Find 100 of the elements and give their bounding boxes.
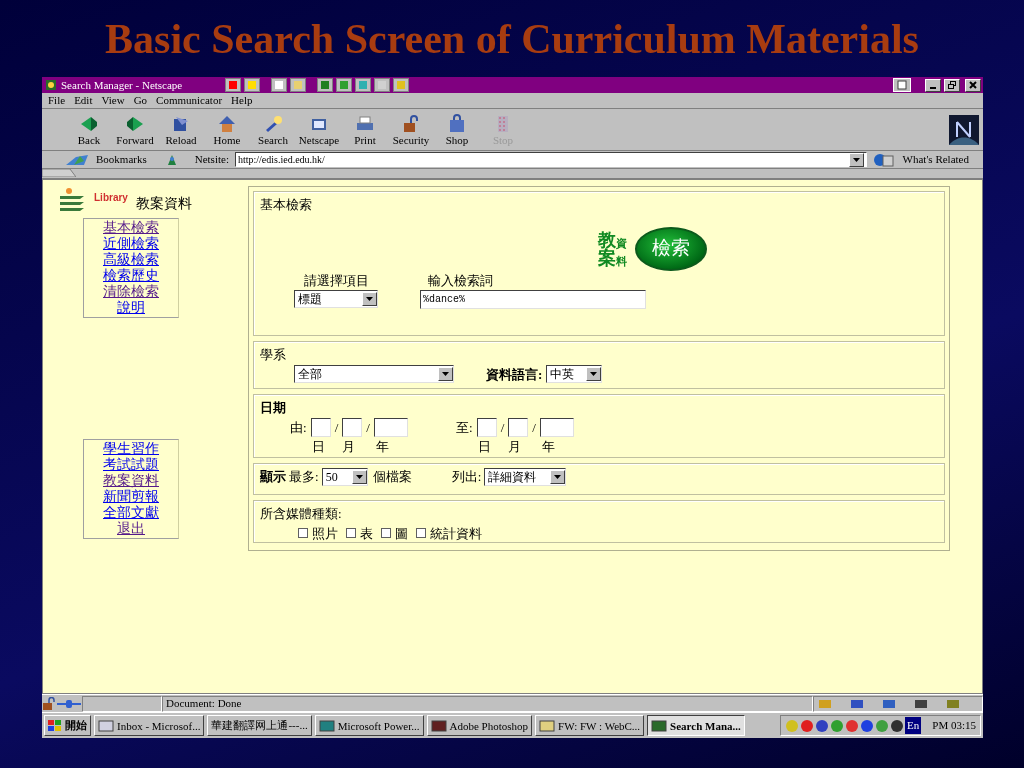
field-label: 輸入檢索詞 <box>427 271 494 290</box>
toolbar-button[interactable]: Print <box>342 113 388 146</box>
close-icon <box>969 81 977 89</box>
nav-link[interactable]: 清除檢索 <box>103 284 159 300</box>
toolbar-button[interactable]: Netscape <box>296 113 342 146</box>
menu-item[interactable]: View <box>101 92 125 109</box>
dropdown[interactable]: 中英 <box>546 365 603 384</box>
shortcut-icon[interactable] <box>355 78 372 92</box>
nav-link[interactable]: 高級檢索 <box>103 252 159 268</box>
taskbar-button[interactable]: Adobe Photoshop <box>426 715 533 736</box>
tray-icon[interactable] <box>815 718 830 733</box>
language-indicator[interactable]: En <box>905 717 922 734</box>
nav-link[interactable]: 基本檢索 <box>103 220 159 236</box>
dropdown[interactable]: 50 <box>321 467 368 486</box>
field-label: 請選擇項目 <box>303 271 369 290</box>
search-field[interactable]: %dance% <box>420 290 646 309</box>
shortcut-icon[interactable] <box>393 78 410 92</box>
related-button[interactable]: What's Related <box>902 151 969 168</box>
caret-icon <box>355 474 363 479</box>
caret-icon <box>442 372 449 377</box>
toolbar-button[interactable]: Shop <box>434 113 480 146</box>
date-field[interactable] <box>508 417 529 437</box>
dropdown[interactable]: 詳細資料 <box>484 467 567 486</box>
toolbar-button[interactable]: Forward <box>112 113 158 146</box>
nav-link[interactable]: 退出 <box>117 521 145 537</box>
url-field[interactable]: http://edis.ied.edu.hk/ <box>234 152 867 167</box>
caret-icon <box>590 372 598 377</box>
minimize-button[interactable] <box>925 78 941 92</box>
date-field[interactable] <box>539 417 574 437</box>
tray-icon[interactable] <box>860 718 875 733</box>
app-icon[interactable] <box>225 78 242 92</box>
toolbar-button[interactable]: Search <box>250 113 296 146</box>
search-button[interactable]: 檢索 <box>635 226 707 271</box>
menu-item[interactable]: Go <box>133 92 148 109</box>
checkbox[interactable] <box>346 528 356 539</box>
field-label: 列出: <box>451 468 482 486</box>
taskbar-button[interactable]: Search Mana... <box>647 715 745 736</box>
date-field[interactable] <box>310 417 331 437</box>
date-field[interactable] <box>476 417 497 437</box>
shortcut-icon[interactable] <box>271 78 288 92</box>
globe-icon[interactable] <box>872 152 897 167</box>
shortcut-icon[interactable] <box>336 78 353 92</box>
bookmarks-button[interactable]: Bookmarks <box>96 151 147 168</box>
checkbox[interactable] <box>298 528 308 539</box>
nav-link[interactable]: 檢索歷史 <box>103 268 159 284</box>
nav-link[interactable]: 考試試題 <box>103 457 159 473</box>
taskbar-button[interactable]: Inbox - Microsof... <box>94 715 205 736</box>
checkbox[interactable] <box>416 528 426 539</box>
taskbar-button[interactable]: FW: FW : WebC... <box>535 715 645 736</box>
toolbar-button[interactable]: Security <box>388 113 434 146</box>
shortcut-icon[interactable] <box>317 78 334 92</box>
nav-link[interactable]: 教案資料 <box>103 473 159 489</box>
taskbar-button[interactable]: 華建翻譯网上通---... <box>207 715 312 736</box>
nav-link[interactable]: 全部文獻 <box>103 505 159 521</box>
tray-icon[interactable] <box>890 718 905 733</box>
date-separator: / <box>366 418 370 437</box>
menu-item[interactable]: File <box>48 92 66 109</box>
library-label: Library <box>94 192 128 203</box>
date-field[interactable] <box>373 417 408 437</box>
date-separator: / <box>334 418 339 437</box>
dropdown-button[interactable] <box>848 152 864 167</box>
checkbox-label: 表 <box>360 524 373 543</box>
menu-item[interactable]: Help <box>231 92 253 109</box>
taskbar-button[interactable]: Microsoft Power... <box>314 715 424 736</box>
start-button[interactable]: 開始 <box>44 715 91 736</box>
date-unit-label: 日 <box>478 438 492 456</box>
toolbar-button[interactable]: Back <box>66 113 112 146</box>
toolbar-button[interactable]: Reload <box>158 113 204 146</box>
app-icon[interactable] <box>244 78 261 92</box>
menu-item[interactable]: Communicator <box>156 92 223 109</box>
close-button[interactable] <box>965 78 981 92</box>
shortcut-icon[interactable] <box>374 78 391 92</box>
nav-link[interactable]: 說明 <box>117 300 145 316</box>
date-unit-label: 月 <box>342 438 356 456</box>
logo-character: 資 <box>616 237 627 249</box>
nav-link[interactable]: 近側檢索 <box>103 236 159 252</box>
date-separator: / <box>532 418 536 437</box>
padlock-icon[interactable] <box>42 696 56 711</box>
maximize-button[interactable] <box>944 78 960 92</box>
field-label: 至: <box>456 418 473 437</box>
menu-item[interactable]: Edit <box>74 92 93 109</box>
section-heading: 日期 <box>260 399 287 417</box>
dropdown[interactable]: 標題 <box>294 290 378 308</box>
dropdown[interactable]: 全部 <box>294 365 454 384</box>
date-field[interactable] <box>342 417 363 437</box>
date-unit-label: 日 <box>312 438 326 456</box>
field-label: 資料語言: <box>486 365 543 384</box>
slide-title: Basic Search Screen of Curriculum Materials <box>104 15 920 64</box>
shortcut-icon[interactable] <box>290 78 307 92</box>
shopping-bag-icon <box>447 113 467 134</box>
netscape-logo[interactable] <box>949 114 979 145</box>
date-unit-label: 月 <box>508 438 522 456</box>
checkbox[interactable] <box>381 528 391 539</box>
nav-link[interactable]: 學生習作 <box>103 441 159 457</box>
field-label: 由: <box>290 418 307 437</box>
url-text: http://edis.ied.edu.hk/ <box>237 153 325 166</box>
nav-link[interactable]: 新聞剪報 <box>103 489 159 505</box>
field-label: 所含媒體種類: <box>260 505 343 523</box>
toolbar-button[interactable]: Home <box>204 113 250 146</box>
logo-character: 案 <box>598 248 616 267</box>
